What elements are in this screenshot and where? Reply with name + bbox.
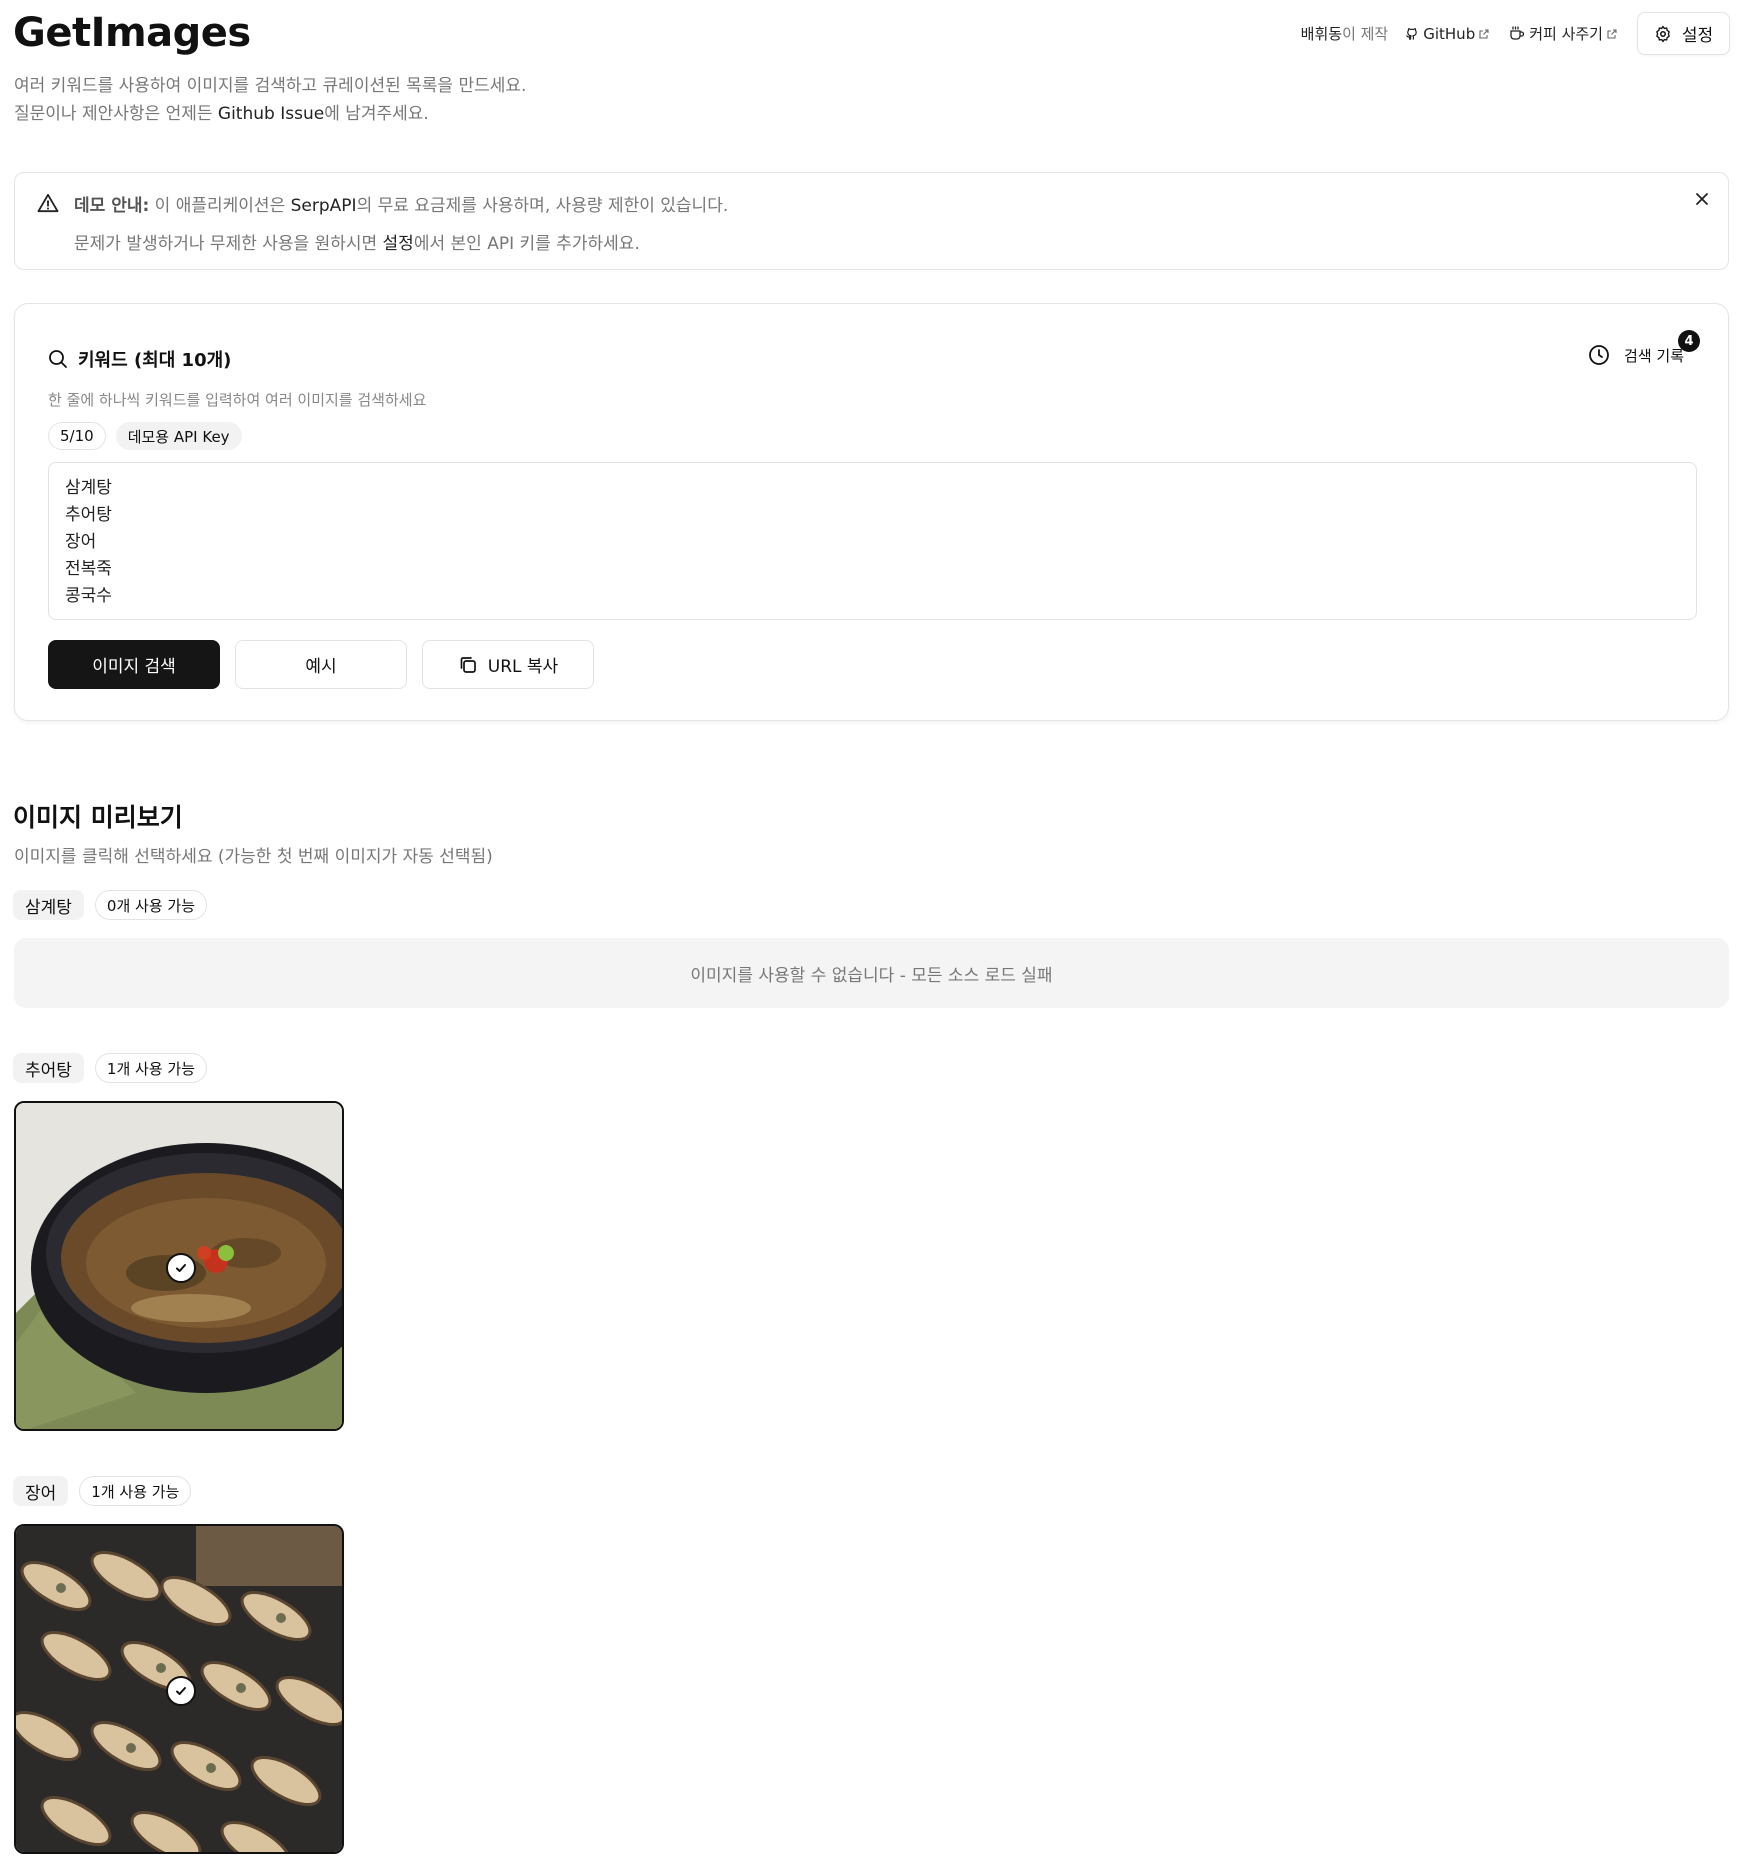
keyword-count-badge: 5/10 [48, 422, 106, 450]
maker-suffix: 이 제작 [1342, 25, 1389, 43]
gear-icon [1656, 25, 1670, 42]
warning-triangle-icon [37, 193, 59, 213]
preview-description: 이미지를 클릭해 선택하세요 (가능한 첫 번째 이미지가 자동 선택됨) [14, 847, 493, 867]
alert-line-1: 데모 안내: 이 애플리케이션은 SerpAPI의 무료 요금제를 사용하며, … [74, 191, 728, 216]
demo-alert: 데모 안내: 이 애플리케이션은 SerpAPI의 무료 요금제를 사용하며, … [14, 172, 1729, 270]
check-circle-icon [166, 1676, 196, 1706]
keywords-heading: 키워드 (최대 10개) [48, 346, 231, 372]
top-nav: 배휘동이 제작 GitHub 커피 사주기 설정 [1301, 12, 1730, 55]
clock-icon [1589, 345, 1609, 365]
group-available-badge: 1개 사용 가능 [79, 1476, 192, 1506]
check-circle-icon [166, 1253, 196, 1283]
group-available-badge: 0개 사용 가능 [94, 890, 208, 920]
coffee-link[interactable]: 커피 사주기 [1509, 23, 1621, 44]
github-issue-link[interactable]: Github Issue [218, 104, 324, 124]
image-search-button[interactable]: 이미지 검색 [48, 640, 220, 689]
image-thumbnail-chueotang[interactable] [14, 1101, 344, 1431]
search-actions: 이미지 검색 예시 URL 복사 [48, 640, 609, 689]
no-images-message: 이미지를 사용할 수 없습니다 - 모든 소스 로드 실패 [14, 938, 1729, 1008]
group-header-samgyetang: 삼계탕 0개 사용 가능 [13, 890, 208, 920]
github-link[interactable]: GitHub [1404, 25, 1493, 43]
github-icon [1406, 28, 1418, 40]
copy-url-label: URL 복사 [487, 657, 559, 677]
close-icon[interactable] [1694, 191, 1710, 207]
group-header-chueotang: 추어탕 1개 사용 가능 [13, 1053, 208, 1083]
keywords-description: 한 줄에 하나씩 키워드를 입력하여 여러 이미지를 검색하세요 [48, 391, 427, 409]
copy-icon [460, 656, 476, 673]
preview-title: 이미지 미리보기 [13, 803, 183, 832]
alert-line-1-a: 이 애플리케이션은 [149, 196, 291, 216]
keywords-textarea[interactable]: 삼계탕 추어탕 장어 전복죽 콩국수 [48, 462, 1697, 620]
subtitle-line-2: 질문이나 제안사항은 언제든 Github Issue에 남겨주세요. [14, 100, 526, 128]
app-title: GetImages [13, 10, 251, 56]
api-key-badge: 데모용 API Key [115, 422, 242, 450]
github-label: GitHub [1423, 24, 1476, 43]
group-keyword-tag: 장어 [13, 1476, 69, 1506]
search-history-button[interactable]: 검색 기록 4 [1588, 330, 1700, 366]
alert-line-2-c: 에서 본인 API 키를 추가하세요. [413, 234, 640, 254]
alert-line-2-a: 문제가 발생하거나 무제한 사용을 원하시면 [74, 234, 383, 254]
maker-name[interactable]: 배휘동 [1301, 25, 1342, 43]
keywords-title: 키워드 (최대 10개) [78, 350, 232, 371]
alert-line-1-c: 의 무료 요금제를 사용하며, 사용량 제한이 있습니다. [356, 196, 729, 216]
app-subtitle: 여러 키워드를 사용하여 이미지를 검색하고 큐레이션된 목록을 만드세요. 질… [14, 72, 526, 128]
keyword-badges: 5/10 데모용 API Key [48, 422, 252, 450]
alert-title: 데모 안내: [74, 196, 150, 216]
search-icon [49, 350, 67, 368]
serpapi-text: SerpAPI [290, 196, 357, 216]
keyword-search-card: 키워드 (최대 10개) 검색 기록 4 한 줄에 하나씩 키워드를 입력하여 … [14, 303, 1729, 721]
copy-url-button[interactable]: URL 복사 [422, 640, 594, 689]
subtitle-line-2-suffix: 에 남겨주세요. [324, 104, 429, 124]
external-link-icon [1607, 28, 1617, 39]
coffee-label: 커피 사주기 [1529, 25, 1603, 43]
alert-line-2: 문제가 발생하거나 무제한 사용을 원하시면 설정에서 본인 API 키를 추가… [74, 229, 640, 254]
settings-label: 설정 [1681, 26, 1714, 46]
group-keyword-tag: 추어탕 [13, 1053, 84, 1083]
maker-credit: 배휘동이 제작 [1301, 23, 1389, 44]
external-link-icon [1479, 28, 1489, 39]
group-available-badge: 1개 사용 가능 [94, 1053, 208, 1083]
search-history-label: 검색 기록 [1624, 346, 1684, 365]
subtitle-line-1: 여러 키워드를 사용하여 이미지를 검색하고 큐레이션된 목록을 만드세요. [14, 76, 527, 96]
group-header-jangeo: 장어 1개 사용 가능 [13, 1476, 192, 1506]
image-thumbnail-jangeo[interactable] [14, 1524, 344, 1854]
example-button[interactable]: 예시 [235, 640, 407, 689]
group-keyword-tag: 삼계탕 [13, 890, 84, 920]
history-count-badge: 4 [1678, 330, 1700, 352]
subtitle-line-2-prefix: 질문이나 제안사항은 언제든 [14, 104, 218, 124]
settings-button[interactable]: 설정 [1637, 12, 1730, 55]
alert-settings-link[interactable]: 설정 [383, 234, 414, 254]
coffee-icon [1510, 26, 1525, 40]
